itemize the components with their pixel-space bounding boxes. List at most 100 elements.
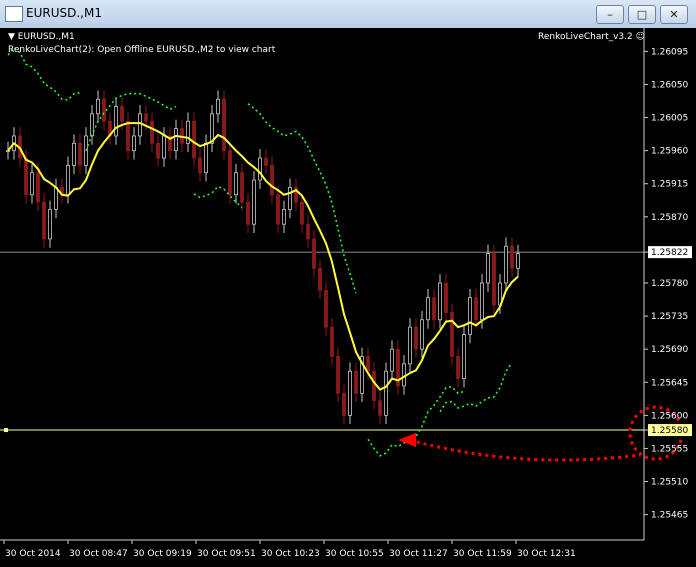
time-tick-label: 30 Oct 11:59 (453, 549, 512, 559)
candle-body (438, 282, 442, 321)
chart-area[interactable]: 1.26095 1.26050 1.26005 1.25960 1.25915 1.258… (0, 28, 696, 567)
title-bar[interactable]: EURUSD.,M1 – □ ✕ (0, 0, 696, 29)
candle-body (30, 172, 34, 196)
price-tick-label: 1.25555 (651, 444, 688, 454)
candle-body (252, 179, 256, 225)
candle-body (162, 135, 166, 159)
candle-body (276, 194, 280, 225)
candle-body (150, 120, 154, 144)
candle-body (42, 201, 46, 240)
maximize-button[interactable]: □ (628, 5, 656, 24)
candle-body (366, 356, 370, 372)
candle-body (462, 334, 466, 379)
price-tick-label: 1.25960 (651, 147, 688, 157)
candle-body (66, 164, 70, 196)
candle-body (48, 209, 52, 240)
current-price-label: 1.25822 (651, 248, 688, 258)
candle-body (336, 356, 340, 394)
candle-body (426, 297, 430, 321)
price-tick-label: 1.25510 (651, 478, 688, 488)
candle-body (288, 187, 292, 210)
candle-body (516, 253, 520, 269)
price-tick-label: 1.25645 (651, 378, 688, 388)
candle-body (474, 297, 478, 321)
minimize-button[interactable]: – (596, 5, 624, 24)
price-tick-label: 1.26050 (651, 80, 688, 90)
price-tick-label: 1.26095 (651, 47, 688, 57)
candle-body (348, 370, 352, 416)
candle-body (504, 245, 508, 284)
candle-body (24, 157, 28, 196)
price-tick-label: 1.25915 (651, 180, 688, 190)
time-tick-label: 30 Oct 09:19 (133, 549, 192, 559)
candle-body (342, 392, 346, 416)
candle-body (204, 142, 208, 174)
candle-body (330, 326, 334, 357)
candle-body (402, 363, 406, 387)
time-tick-label: 30 Oct 12:31 (517, 549, 576, 559)
time-tick-label: 30 Oct 10:55 (325, 549, 384, 559)
candle-body (84, 135, 88, 166)
candle-body (54, 187, 58, 210)
indicator-info-text: RenkoLiveChart(2): Open Offline EURUSD.,… (8, 45, 276, 55)
chart-symbol-text: EURUSD.,M1 (17, 32, 75, 42)
candle-body (240, 172, 244, 203)
line-price-label: 1.25580 (651, 426, 688, 436)
candle-body (120, 106, 124, 122)
candle-body (228, 150, 232, 196)
indicator-name-text: RenkoLiveChart_v3.2 (538, 32, 633, 42)
candle-body (420, 319, 424, 350)
candle-body (270, 164, 274, 196)
price-tick-label: 1.25465 (651, 511, 688, 521)
chart-symbol-label: ▼ EURUSD.,M1 (8, 32, 75, 42)
time-tick-label: 30 Oct 2014 (5, 549, 61, 559)
candle-body (480, 282, 484, 321)
candle-body (138, 113, 142, 137)
price-tick-label: 1.25780 (651, 279, 688, 289)
candle-body (186, 120, 190, 144)
time-tick-label: 30 Oct 10:23 (261, 549, 320, 559)
time-tick-label: 30 Oct 08:47 (69, 549, 128, 559)
terminal-window: EURUSD.,M1 – □ ✕ 1.26095 1.26050 1.26005 1.… (0, 0, 696, 567)
time-tick-label: 30 Oct 09:51 (197, 549, 256, 559)
candle-body (192, 120, 196, 159)
candle-body (312, 238, 316, 269)
candle-body (216, 98, 220, 115)
close-button[interactable]: ✕ (660, 5, 688, 24)
candle-body (246, 201, 250, 225)
smiley-icon: ☺ (635, 32, 646, 42)
indicator-name-label: RenkoLiveChart_v3.2 ☺ (538, 32, 645, 42)
candle-body (174, 128, 178, 152)
candle-body (300, 201, 304, 225)
candle-body (468, 297, 472, 335)
candle-body (282, 209, 286, 225)
chart-window-icon (5, 6, 23, 22)
candle-body (486, 253, 490, 284)
candle-body (318, 267, 322, 291)
candle-body (456, 356, 460, 379)
candle-body (264, 157, 268, 166)
candle-body (450, 312, 454, 357)
price-tick-label: 1.25870 (651, 213, 688, 223)
candle-body (324, 289, 328, 328)
candle-body (96, 98, 100, 115)
candle-body (432, 297, 436, 321)
candle-body (36, 172, 40, 203)
candle-body (144, 113, 148, 122)
candle-body (306, 223, 310, 240)
candle-body (492, 253, 496, 306)
time-tick-label: 30 Oct 11:27 (389, 549, 448, 559)
candle-body (414, 326, 418, 350)
candle-body (384, 370, 388, 416)
price-tick-label: 1.25690 (651, 345, 688, 355)
candle-body (72, 142, 76, 166)
candle-body (258, 157, 262, 181)
price-tick-label: 1.26005 (651, 114, 688, 124)
candle-body (126, 120, 130, 152)
candle-body (444, 282, 448, 313)
candle-body (234, 172, 238, 196)
price-tick-label: 1.25735 (651, 312, 688, 322)
candle-body (390, 348, 394, 372)
candle-body (408, 326, 412, 365)
price-chart[interactable]: 1.26095 1.26050 1.26005 1.25960 1.25915 1.258… (0, 28, 696, 567)
